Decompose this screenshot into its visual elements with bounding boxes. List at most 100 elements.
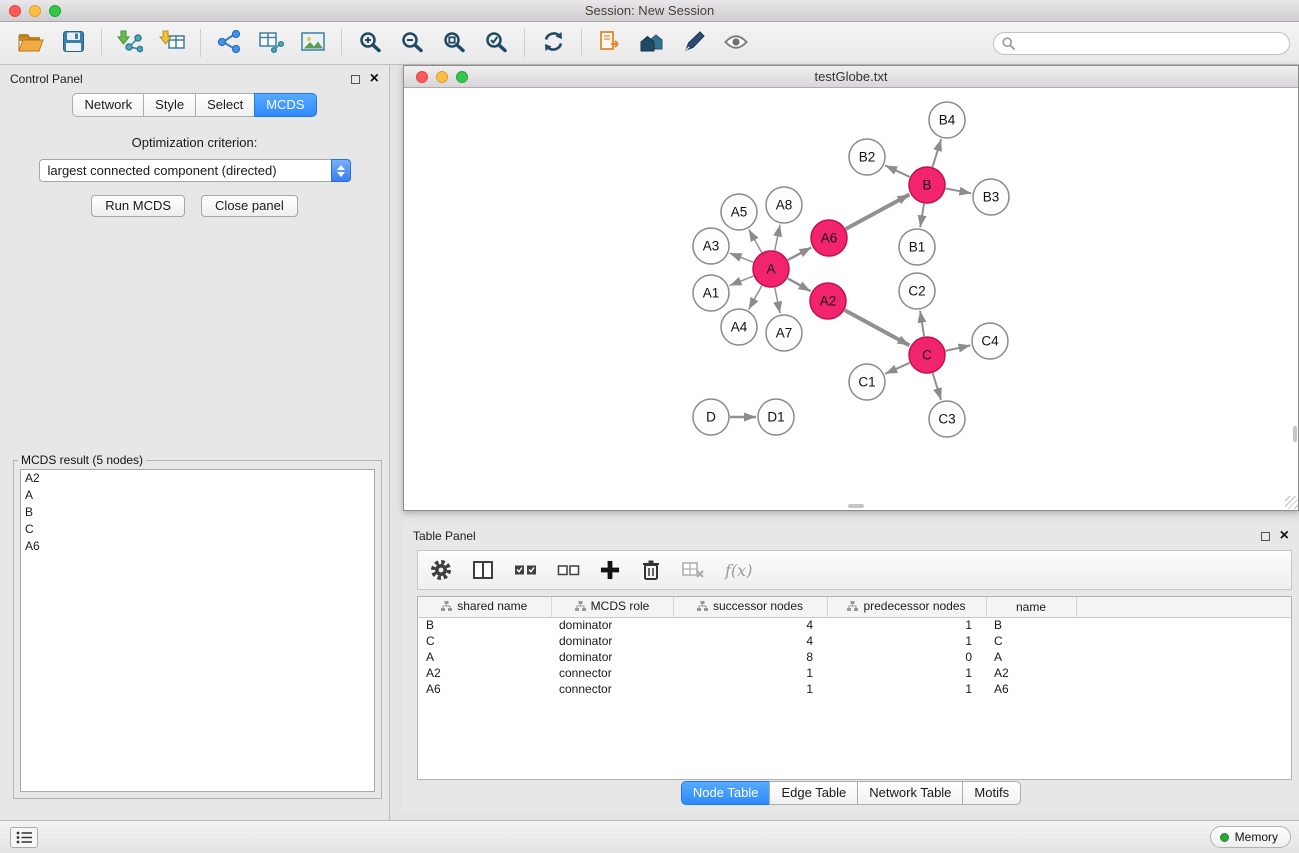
- function-builder-button[interactable]: f(x): [725, 561, 752, 580]
- edge-C-C2[interactable]: [920, 311, 924, 336]
- close-table-panel-icon[interactable]: ×: [1280, 530, 1289, 542]
- open-session-button[interactable]: [10, 25, 52, 61]
- node-C1[interactable]: C1: [849, 364, 885, 400]
- edge-A2-C[interactable]: [845, 310, 910, 345]
- edge-C-C1[interactable]: [885, 363, 909, 374]
- table-row[interactable]: A6connector11A6: [418, 681, 1291, 697]
- edge-B-B1[interactable]: [920, 204, 924, 227]
- table-row[interactable]: Cdominator41C: [418, 633, 1291, 649]
- result-item[interactable]: A6: [21, 538, 374, 555]
- annotation-pen-button[interactable]: [673, 25, 715, 61]
- tab-node-table[interactable]: Node Table: [681, 781, 771, 805]
- tab-select[interactable]: Select: [195, 93, 255, 117]
- column-header-successor-nodes[interactable]: successor nodes: [673, 597, 827, 617]
- float-panel-icon[interactable]: [351, 75, 360, 84]
- edge-B-B2[interactable]: [885, 165, 910, 177]
- network-table-button[interactable]: [250, 25, 292, 61]
- edge-A-A4[interactable]: [749, 286, 762, 310]
- node-C2[interactable]: C2: [899, 273, 935, 309]
- node-B2[interactable]: B2: [849, 139, 885, 175]
- clear-table-button[interactable]: [682, 560, 705, 580]
- zoom-in-button[interactable]: [349, 25, 391, 61]
- snapshot-button[interactable]: [589, 25, 631, 61]
- delete-column-button[interactable]: [640, 559, 662, 581]
- memory-button[interactable]: Memory: [1210, 826, 1291, 848]
- deselect-all-button[interactable]: [557, 559, 580, 581]
- node-A5[interactable]: A5: [721, 194, 757, 230]
- horizontal-scroll-thumb[interactable]: [848, 504, 864, 508]
- minimize-window-button[interactable]: [29, 5, 41, 17]
- refresh-button[interactable]: [532, 25, 574, 61]
- column-header-mcds-role[interactable]: MCDS role: [551, 597, 673, 617]
- criterion-select[interactable]: largest connected component (directed): [39, 159, 351, 182]
- tab-network[interactable]: Network: [72, 93, 144, 117]
- close-panel-button[interactable]: Close panel: [201, 195, 298, 217]
- import-table-button[interactable]: [151, 25, 193, 61]
- vertical-scroll-thumb[interactable]: [1293, 426, 1297, 442]
- zoom-fit-button[interactable]: [433, 25, 475, 61]
- node-C3[interactable]: C3: [929, 401, 965, 437]
- export-image-button[interactable]: [292, 25, 334, 61]
- zoom-window-button[interactable]: [49, 5, 61, 17]
- network-canvas[interactable]: B4B2BB3A8A5A6A3B1AC2A1A2A4A7C4CC1C3DD1: [404, 88, 1298, 509]
- edge-A-A2[interactable]: [788, 278, 811, 291]
- edge-A-A3[interactable]: [730, 253, 754, 262]
- node-D1[interactable]: D1: [758, 399, 794, 435]
- close-panel-icon[interactable]: ×: [370, 73, 379, 85]
- network-close-button[interactable]: [416, 71, 428, 83]
- network-zoom-button[interactable]: [456, 71, 468, 83]
- zoom-out-button[interactable]: [391, 25, 433, 61]
- tab-network-table[interactable]: Network Table: [857, 781, 963, 805]
- node-A[interactable]: A: [753, 251, 789, 287]
- zoom-selected-button[interactable]: [475, 25, 517, 61]
- node-D[interactable]: D: [693, 399, 729, 435]
- node-A1[interactable]: A1: [693, 275, 729, 311]
- resize-grip[interactable]: [1285, 496, 1298, 509]
- tab-motifs[interactable]: Motifs: [962, 781, 1021, 805]
- column-header-predecessor-nodes[interactable]: predecessor nodes: [827, 597, 986, 617]
- node-C[interactable]: C: [909, 337, 945, 373]
- node-B1[interactable]: B1: [899, 229, 935, 265]
- tab-style[interactable]: Style: [143, 93, 196, 117]
- result-item[interactable]: A: [21, 487, 374, 504]
- show-columns-button[interactable]: [472, 559, 494, 581]
- edge-A-A8[interactable]: [775, 225, 780, 251]
- node-C4[interactable]: C4: [972, 323, 1008, 359]
- edge-A-A5[interactable]: [749, 229, 762, 252]
- node-A2[interactable]: A2: [810, 283, 846, 319]
- import-network-button[interactable]: [109, 25, 151, 61]
- result-item[interactable]: C: [21, 521, 374, 538]
- column-header-shared-name[interactable]: shared name: [418, 597, 551, 617]
- tab-edge-table[interactable]: Edge Table: [769, 781, 858, 805]
- search-input[interactable]: [993, 32, 1290, 55]
- task-history-button[interactable]: [10, 827, 38, 848]
- network-minimize-button[interactable]: [436, 71, 448, 83]
- node-A6[interactable]: A6: [811, 220, 847, 256]
- edge-C-C4[interactable]: [946, 345, 971, 351]
- result-item[interactable]: B: [21, 504, 374, 521]
- save-session-button[interactable]: [52, 25, 94, 61]
- table-row[interactable]: Bdominator41B: [418, 617, 1291, 633]
- edge-A-A6[interactable]: [788, 247, 812, 260]
- edge-C-C3[interactable]: [933, 373, 941, 400]
- edge-A-A1[interactable]: [730, 276, 754, 286]
- run-mcds-button[interactable]: Run MCDS: [91, 195, 185, 217]
- edge-A6-B[interactable]: [846, 195, 910, 229]
- table-row[interactable]: A2connector11A2: [418, 665, 1291, 681]
- node-A8[interactable]: A8: [766, 187, 802, 223]
- node-B4[interactable]: B4: [929, 102, 965, 138]
- column-header-name[interactable]: name: [986, 597, 1076, 617]
- table-settings-button[interactable]: [430, 559, 452, 581]
- edge-B-B4[interactable]: [933, 139, 942, 167]
- node-A3[interactable]: A3: [693, 228, 729, 264]
- tab-mcds[interactable]: MCDS: [254, 93, 316, 117]
- home-neighbors-button[interactable]: [631, 25, 673, 61]
- select-all-button[interactable]: [514, 559, 537, 581]
- result-item[interactable]: A2: [21, 470, 374, 487]
- node-A4[interactable]: A4: [721, 309, 757, 345]
- edge-B-B3[interactable]: [946, 189, 972, 194]
- table-row[interactable]: Adominator80A: [418, 649, 1291, 665]
- float-table-panel-icon[interactable]: [1261, 532, 1270, 541]
- edge-A-A7[interactable]: [775, 288, 780, 314]
- node-B[interactable]: B: [909, 167, 945, 203]
